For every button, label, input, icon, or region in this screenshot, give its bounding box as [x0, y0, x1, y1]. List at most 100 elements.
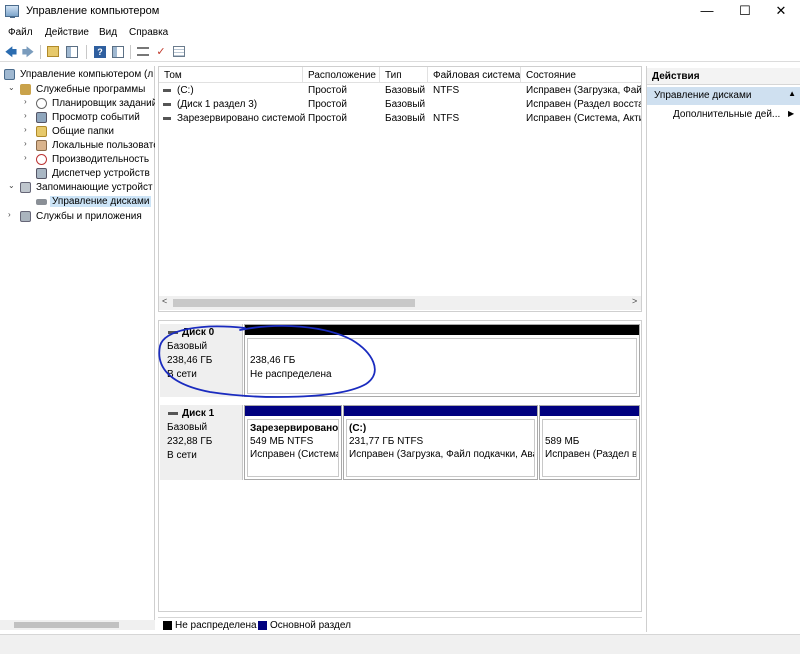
- performance-icon: [36, 154, 47, 165]
- column-type[interactable]: Тип: [385, 70, 402, 81]
- tree-item-event-viewer[interactable]: › Просмотр событий: [0, 111, 155, 125]
- disk-graphical-view: Диск 0 Базовый 238,46 ГБ В сети 238,46 Г…: [158, 320, 642, 612]
- tree-item-system-tools[interactable]: ⌄ Служебные программы: [0, 83, 155, 97]
- menu-file[interactable]: Файл: [8, 27, 33, 38]
- column-separator[interactable]: [427, 67, 428, 83]
- navigation-tree: Управление компьютером (л ⌄ Служебные пр…: [0, 66, 155, 630]
- tree-item-task-scheduler[interactable]: › Планировщик заданий: [0, 97, 155, 111]
- legend-swatch-primary: [258, 621, 267, 630]
- chevron-down-icon[interactable]: ⌄: [8, 83, 15, 92]
- partition-box: [247, 338, 637, 394]
- disk-drive-icon: [168, 412, 178, 415]
- toolbar-separator: [86, 45, 87, 59]
- column-file-system[interactable]: Файловая система: [433, 70, 520, 81]
- disk-1-label[interactable]: Диск 1 Базовый 232,88 ГБ В сети: [160, 405, 243, 480]
- chevron-right-icon[interactable]: ›: [8, 210, 11, 219]
- volume-list-header: Том Расположение Тип Файловая система Со…: [159, 67, 641, 83]
- scrollbar-thumb[interactable]: [14, 622, 119, 628]
- toolbar-separator: [40, 45, 41, 59]
- more-actions-item[interactable]: Дополнительные дей...: [673, 109, 780, 120]
- clock-icon: [36, 98, 47, 109]
- chevron-down-icon[interactable]: ⌄: [8, 181, 15, 190]
- checkmark-icon[interactable]: ✓: [153, 44, 169, 60]
- recovery-partition[interactable]: 589 МБ Исправен (Раздел в: [539, 405, 640, 480]
- shared-folder-icon: [36, 126, 47, 137]
- back-arrow-icon[interactable]: 🡄: [3, 44, 19, 60]
- tree-item-services[interactable]: › Службы и приложения: [0, 210, 155, 224]
- tree-item-shared-folders[interactable]: › Общие папки: [0, 125, 155, 139]
- table-row[interactable]: (C:) Простой Базовый NTFS Исправен (Загр…: [159, 84, 641, 98]
- tree-item-disk-management[interactable]: Управление дисками: [0, 195, 155, 209]
- submenu-arrow-icon[interactable]: ▶: [788, 109, 794, 118]
- event-log-icon: [36, 112, 47, 123]
- tree-item-storage[interactable]: ⌄ Запоминающие устройст: [0, 181, 155, 195]
- volume-icon: [163, 103, 171, 106]
- menu-help[interactable]: Справка: [129, 27, 168, 38]
- legend-swatch-unallocated: [163, 621, 172, 630]
- c-drive-partition[interactable]: (C:) 231,77 ГБ NTFS Исправен (Загрузка, …: [343, 405, 538, 480]
- storage-icon: [20, 182, 31, 193]
- unallocated-bar: [245, 325, 639, 335]
- properties-icon[interactable]: [135, 44, 151, 60]
- users-icon: [36, 140, 47, 151]
- tools-icon: [20, 84, 31, 95]
- actions-pane: Действия Управление дисками ▲ Дополнител…: [646, 66, 800, 632]
- tree-item-root[interactable]: Управление компьютером (л: [0, 68, 155, 82]
- disk-drive-icon: [168, 331, 178, 334]
- volume-icon: [163, 89, 171, 92]
- scroll-left-icon[interactable]: <: [162, 296, 167, 306]
- chevron-right-icon[interactable]: ›: [24, 125, 27, 134]
- column-separator[interactable]: [379, 67, 380, 83]
- primary-partition-bar: [344, 406, 537, 416]
- table-row[interactable]: Зарезервировано системой Простой Базовый…: [159, 112, 641, 126]
- tree-horizontal-scrollbar[interactable]: [0, 620, 155, 630]
- tree-item-local-users[interactable]: › Локальные пользовате: [0, 139, 155, 153]
- primary-partition-bar: [245, 406, 341, 416]
- forward-arrow-icon[interactable]: 🡆: [20, 44, 36, 60]
- column-layout[interactable]: Расположение: [308, 70, 376, 81]
- actions-header: Действия: [647, 68, 800, 85]
- menu-action[interactable]: Действие: [45, 27, 89, 38]
- computer-management-icon: [4, 69, 15, 80]
- menu-bar: Файл Действие Вид Справка: [0, 24, 800, 42]
- services-icon: [20, 211, 31, 222]
- close-button[interactable]: ✕: [758, 0, 800, 24]
- actions-section-disk-management[interactable]: Управление дисками ▲: [647, 87, 800, 105]
- toolbar: 🡄 🡆 ? ✓: [0, 42, 800, 62]
- primary-partition-bar: [540, 406, 639, 416]
- legend-unallocated: Не распределена: [175, 620, 257, 631]
- chevron-right-icon[interactable]: ›: [24, 139, 27, 148]
- chevron-right-icon[interactable]: ›: [24, 97, 27, 106]
- help-icon[interactable]: ?: [92, 44, 108, 60]
- action-pane-icon[interactable]: [110, 44, 126, 60]
- show-hide-tree-icon[interactable]: [64, 44, 80, 60]
- menu-view[interactable]: Вид: [99, 27, 117, 38]
- volume-icon: [163, 117, 171, 120]
- tree-item-device-manager[interactable]: Диспетчер устройств: [0, 167, 155, 181]
- column-separator[interactable]: [520, 67, 521, 83]
- scroll-right-icon[interactable]: >: [632, 296, 637, 306]
- partition-box: [542, 419, 637, 477]
- column-status[interactable]: Состояние: [526, 70, 576, 81]
- system-reserved-partition[interactable]: Зарезервировано 549 МБ NTFS Исправен (Си…: [244, 405, 342, 480]
- computer-management-icon: [5, 5, 19, 18]
- disk-drive-icon: [36, 199, 47, 205]
- column-volume[interactable]: Том: [164, 70, 182, 81]
- volume-list: Том Расположение Тип Файловая система Со…: [158, 66, 642, 312]
- column-separator[interactable]: [302, 67, 303, 83]
- up-folder-icon[interactable]: [45, 44, 61, 60]
- tree-item-performance[interactable]: › Производительность: [0, 153, 155, 167]
- disk-0-label[interactable]: Диск 0 Базовый 238,46 ГБ В сети: [160, 324, 243, 397]
- scrollbar-thumb[interactable]: [173, 299, 415, 307]
- volume-list-horizontal-scrollbar[interactable]: < >: [159, 296, 641, 310]
- unallocated-partition[interactable]: 238,46 ГБ Не распределена: [244, 324, 640, 397]
- list-view-icon[interactable]: [171, 44, 187, 60]
- chevron-right-icon[interactable]: ›: [24, 111, 27, 120]
- legend: Не распределена Основной раздел: [158, 617, 642, 633]
- table-row[interactable]: (Диск 1 раздел 3) Простой Базовый Исправ…: [159, 98, 641, 112]
- toolbar-separator: [130, 45, 131, 59]
- window-title: Управление компьютером: [26, 5, 160, 17]
- chevron-right-icon[interactable]: ›: [24, 153, 27, 162]
- title-bar: Управление компьютером — ☐ ✕: [0, 0, 800, 24]
- collapse-up-icon[interactable]: ▲: [788, 89, 796, 98]
